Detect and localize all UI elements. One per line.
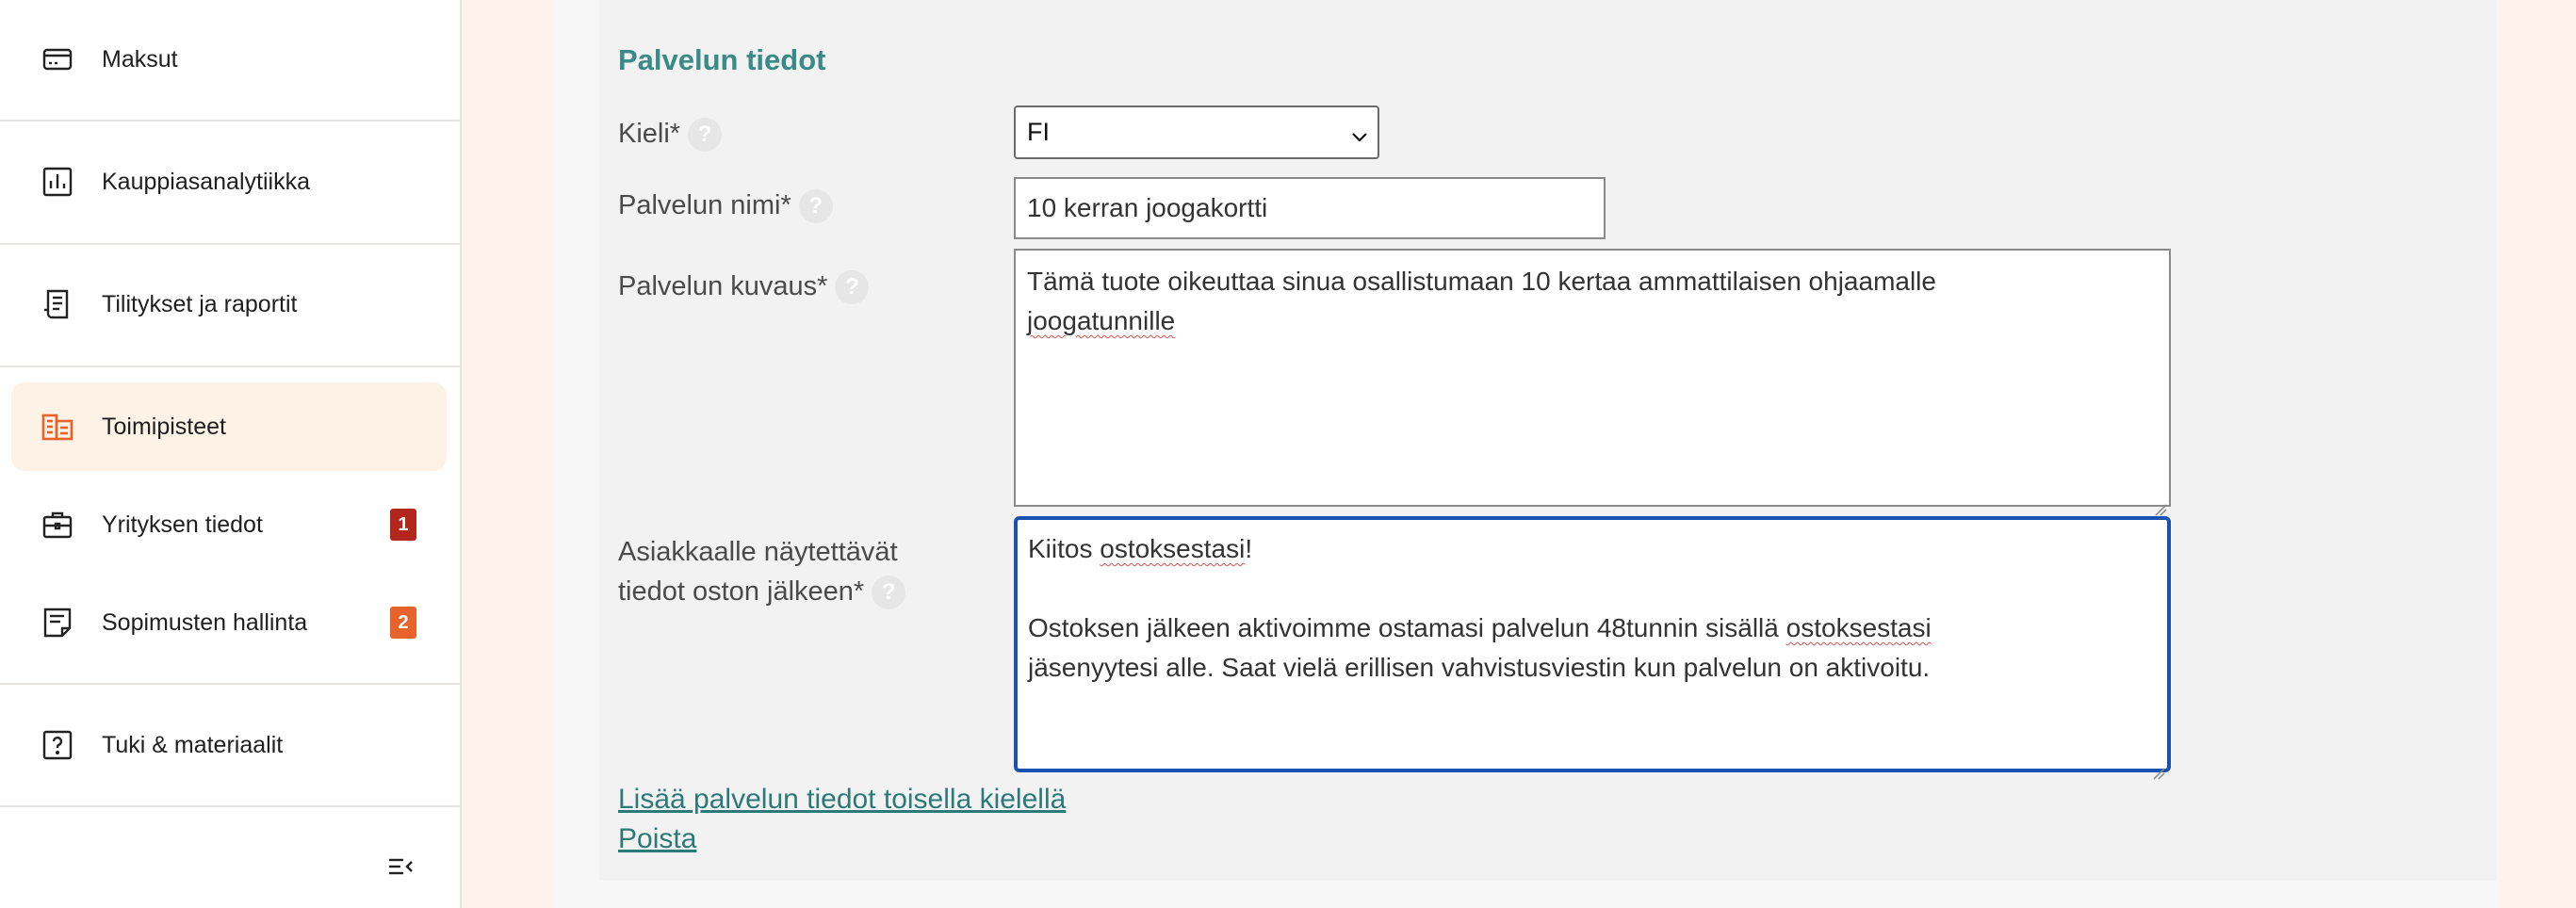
sidebar-item-maksut[interactable]: Maksut <box>11 15 447 104</box>
description-label: Palvelun kuvaus* <box>618 271 828 301</box>
text-segment: jäsenyytesi alle. Saat vielä erillisen v… <box>1028 653 1931 682</box>
sidebar-item-toimipisteet[interactable]: Toimipisteet <box>11 382 447 471</box>
language-label: Kieli* <box>618 119 681 149</box>
name-label-row: Palvelun nimi*? <box>618 186 833 225</box>
language-select[interactable]: FI <box>1014 105 1379 159</box>
collapse-menu-icon[interactable] <box>386 852 415 881</box>
sidebar-item-label: Tilitykset ja raportit <box>102 290 298 317</box>
remove-link[interactable]: Poista <box>618 823 696 855</box>
sidebar-item-label: Yrityksen tiedot <box>102 511 263 538</box>
text-segment: Kiitos <box>1028 534 1101 563</box>
add-language-link[interactable]: Lisää palvelun tiedot toisella kielellä <box>618 784 1066 816</box>
service-name-value: 10 kerran joogakortti <box>1027 193 1268 222</box>
chevron-down-icon <box>1349 124 1370 145</box>
sidebar-item-label: Tuki & materiaalit <box>102 731 284 758</box>
notification-badge: 2 <box>390 607 416 639</box>
credit-card-icon <box>40 41 75 77</box>
document-icon <box>40 605 75 640</box>
text-segment: ostoksestasi <box>1785 613 1932 642</box>
storefront-icon <box>40 409 75 445</box>
divider <box>0 805 460 807</box>
bar-chart-icon <box>40 164 75 200</box>
language-select-value: FI <box>1027 118 1050 146</box>
section-title: Palvelun tiedot <box>618 43 826 76</box>
after-purchase-label-row: Asiakkaalle näytettävät tiedot oston jäl… <box>618 532 906 611</box>
language-label-row: Kieli*? <box>618 114 723 154</box>
description-label-row: Palvelun kuvaus*? <box>618 267 870 306</box>
description-line: joogatunnille <box>1027 306 1176 335</box>
after-purchase-label: tiedot oston jälkeen* <box>618 576 865 607</box>
service-name-input[interactable]: 10 kerran joogakortti <box>1014 177 1606 239</box>
receipt-icon <box>40 286 75 322</box>
divider <box>0 243 460 245</box>
divider <box>0 120 460 122</box>
sidebar-item-yrityksen-tiedot[interactable]: Yrityksen tiedot 1 <box>11 480 447 569</box>
text-segment: ! <box>1245 534 1253 563</box>
sidebar-item-kauppiasanalytiikka[interactable]: Kauppiasanalytiikka <box>11 138 447 226</box>
divider <box>0 683 460 685</box>
service-description-textarea[interactable]: Tämä tuote oikeuttaa sinua osallistumaan… <box>1014 249 2171 516</box>
briefcase-icon <box>40 507 75 543</box>
sidebar-item-label: Maksut <box>102 45 178 73</box>
notification-badge: 1 <box>390 509 416 541</box>
divider <box>0 365 460 367</box>
after-purchase-textarea[interactable]: Kiitos ostoksestasi! Ostoksen jälkeen ak… <box>1014 516 2171 780</box>
sidebar-item-sopimusten-hallinta[interactable]: Sopimusten hallinta 2 <box>11 578 447 667</box>
resize-handle-icon[interactable] <box>2150 752 2165 780</box>
text-segment: ostoksestasi <box>1100 534 1246 563</box>
sidebar-item-tuki[interactable]: Tuki & materiaalit <box>11 701 447 789</box>
after-purchase-label: Asiakkaalle näytettävät <box>618 537 898 567</box>
resize-handle-icon[interactable] <box>2152 488 2167 516</box>
sidebar-item-label: Toimipisteet <box>102 413 226 440</box>
sidebar-item-label: Kauppiasanalytiikka <box>102 168 310 195</box>
help-square-icon <box>40 727 75 763</box>
sidebar: Maksut Kauppiasanalytiikka Tilitykset ja… <box>0 0 462 908</box>
text-segment: Ostoksen jälkeen aktivoimme ostamasi pal… <box>1028 613 1786 642</box>
help-icon[interactable]: ? <box>835 270 870 305</box>
description-line: Tämä tuote oikeuttaa sinua osallistumaan… <box>1027 267 1936 296</box>
help-icon[interactable]: ? <box>872 576 906 610</box>
help-icon[interactable]: ? <box>798 189 833 224</box>
sidebar-item-tilitykset[interactable]: Tilitykset ja raportit <box>11 260 447 349</box>
name-label: Palvelun nimi* <box>618 190 791 220</box>
sidebar-item-label: Sopimusten hallinta <box>102 608 308 636</box>
help-icon[interactable]: ? <box>688 118 723 153</box>
